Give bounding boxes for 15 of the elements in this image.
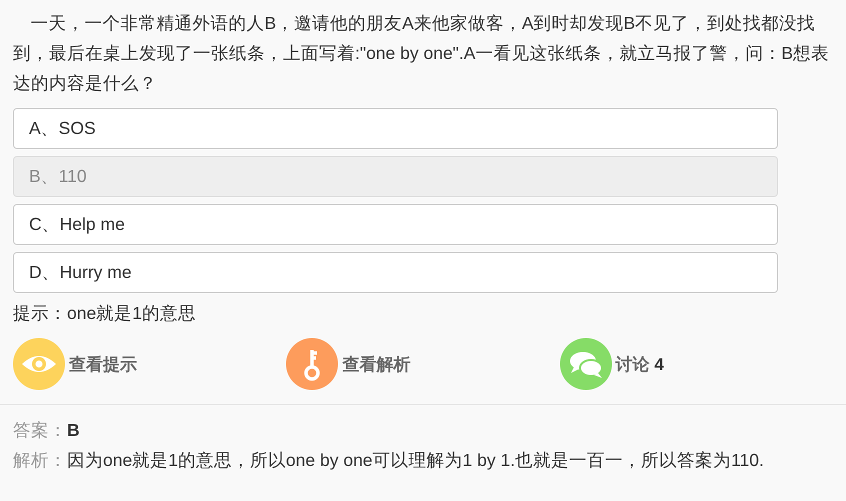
analysis-label: 解析： — [13, 450, 67, 470]
hint-text: 提示：one就是1的意思 — [12, 302, 197, 325]
answer-option[interactable]: A、SOS — [13, 108, 778, 149]
action-label: 查看提示 — [69, 354, 137, 376]
answer-option[interactable]: C、Help me — [13, 204, 778, 245]
action-label: 查看解析 — [342, 354, 410, 376]
question-text: 一天，一个非常精通外语的人B，邀请他的朋友A来他家做客，A到时却发现B不见了，到处找都没找到，最后在桌上发现了一张纸条，上面写着:"one by one".A一看见这张纸条，就立马报了警，问：B想表达的内容是什么？ — [12, 12, 830, 95]
answer-label: 答案： — [13, 420, 67, 440]
action-button[interactable]: 查看提示 — [13, 338, 286, 390]
answer-option[interactable]: D、Hurry me — [13, 252, 778, 293]
action-label: 讨论 4 — [616, 354, 664, 376]
analysis-text: 因为one就是1的意思，所以one by one可以理解为1 by 1.也就是一百一，所以答案为110. — [67, 450, 764, 470]
action-button[interactable]: 查看解析 — [286, 338, 560, 390]
action-button[interactable]: 讨论 4 — [560, 338, 833, 390]
answer-text: B — [67, 420, 80, 440]
